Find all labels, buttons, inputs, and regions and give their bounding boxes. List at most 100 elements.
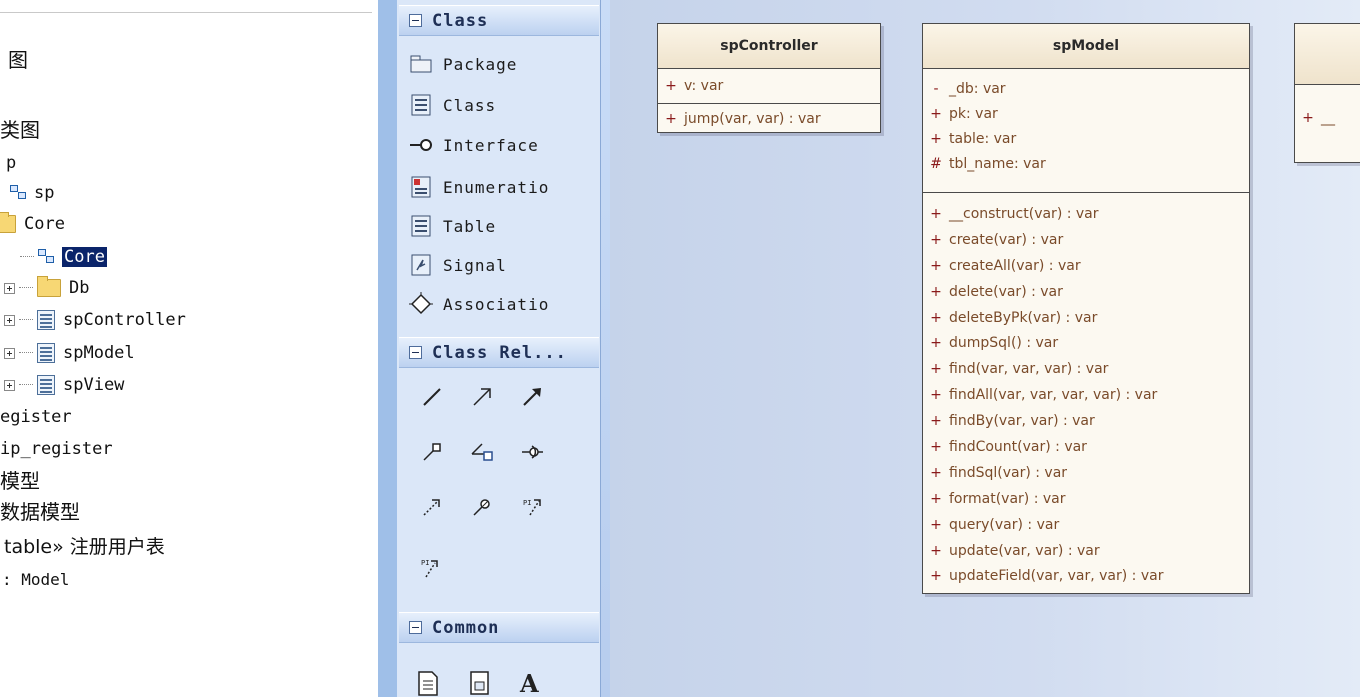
operation-row[interactable]: + jump(var, var) : var <box>658 106 880 132</box>
operation-row[interactable]: + updateField(var, var, var) : var <box>923 563 1249 589</box>
operation-row[interactable]: + findCount(var) : var <box>923 434 1249 460</box>
nesting-icon[interactable]: PI <box>420 555 444 579</box>
tree-item-diagram-root[interactable]: 图 <box>8 45 28 72</box>
tree-item-sp[interactable]: sp <box>10 180 54 206</box>
section-header-class-relationships[interactable]: Class Rel... <box>399 337 599 368</box>
operation-text: query(var) : var <box>949 516 1060 533</box>
operation-row[interactable]: + find(var, var, var) : var <box>923 356 1249 382</box>
operation-row[interactable]: + query(var) : var <box>923 512 1249 538</box>
tree-connector <box>19 287 33 289</box>
collapse-icon[interactable] <box>409 14 422 27</box>
tree-item-db[interactable]: Db <box>4 275 89 301</box>
section-header-common[interactable]: Common <box>399 612 599 643</box>
tree-item-ip-register[interactable]: ip_register <box>0 436 113 462</box>
browser-top-border <box>0 12 372 13</box>
trace-icon[interactable]: PI <box>520 495 544 519</box>
class-partial[interactable]: + __ <box>1294 23 1360 163</box>
visibility-marker: + <box>930 231 942 248</box>
directed-association-icon[interactable] <box>470 385 494 409</box>
tree-item-spview[interactable]: spView <box>4 372 124 398</box>
operation-row[interactable]: + findBy(var, var) : var <box>923 408 1249 434</box>
visibility-marker: + <box>930 335 942 352</box>
aggregation-icon[interactable] <box>470 440 494 464</box>
operation-row[interactable]: + createAll(var) : var <box>923 253 1249 279</box>
operation-row[interactable]: + deleteByPk(var) : var <box>923 305 1249 331</box>
tree-item-data-model[interactable]: 数据模型 <box>0 497 80 524</box>
association-line-icon[interactable] <box>420 385 444 409</box>
section-header-class[interactable]: Class <box>399 5 599 36</box>
tree-item-core-package[interactable]: Core <box>0 211 65 237</box>
tree-item-register[interactable]: egister <box>0 404 72 430</box>
tool-package[interactable]: Package <box>399 48 599 80</box>
attribute-row[interactable]: + table: var <box>923 126 1249 151</box>
tree-item-spmodel[interactable]: spModel <box>4 340 135 366</box>
attribute-row[interactable]: + v: var <box>658 73 880 99</box>
operation-text: delete(var) : var <box>949 283 1063 300</box>
expand-icon[interactable] <box>4 347 15 359</box>
visibility-marker: + <box>930 568 942 585</box>
attribute-row[interactable]: + pk: var <box>923 101 1249 126</box>
operation-row[interactable]: + create(var) : var <box>923 227 1249 253</box>
tree-item-model[interactable]: 模型 <box>0 466 40 493</box>
operation-text: createAll(var) : var <box>949 257 1081 274</box>
operation-row[interactable]: + findAll(var, var, var, var) : var <box>923 382 1249 408</box>
class-spcontroller[interactable]: spController + v: var + jump(var, var) :… <box>657 23 881 133</box>
tree-item-spcontroller[interactable]: spController <box>4 307 186 333</box>
tool-interface[interactable]: Interface <box>399 129 599 161</box>
tree-item-register-table[interactable]: table» 注册用户表 <box>4 532 165 558</box>
visibility-marker: + <box>930 464 942 481</box>
class-icon <box>37 375 55 395</box>
operation-row[interactable]: + dumpSql() : var <box>923 330 1249 356</box>
tool-label: Class <box>443 95 497 115</box>
tool-table[interactable]: Table <box>399 210 599 242</box>
class-spmodel[interactable]: spModel - _db: var + pk: var + table: va… <box>922 23 1250 595</box>
expand-icon[interactable] <box>4 282 15 294</box>
folder-icon <box>0 212 16 233</box>
expand-icon[interactable] <box>4 379 15 391</box>
note-icon[interactable] <box>416 670 440 696</box>
usage-icon[interactable] <box>470 495 494 519</box>
tool-class[interactable]: Class <box>399 89 599 121</box>
svg-text:PI: PI <box>421 559 429 567</box>
tree-item-model-instance[interactable]: : Model <box>2 566 69 592</box>
operation-compartment: + jump(var, var) : var <box>658 104 880 132</box>
text-label-icon[interactable]: A <box>518 668 544 696</box>
operation-row[interactable]: + findSql(var) : var <box>923 460 1249 486</box>
generalization-icon[interactable] <box>520 385 544 409</box>
tool-enumeration[interactable]: Enumeratio <box>399 171 599 203</box>
tree-item-class-diagram[interactable]: 类图 <box>0 115 40 142</box>
tree-item-core-diagram[interactable]: Core <box>20 244 107 270</box>
diagram-icon <box>10 185 26 201</box>
attribute-compartment: + __ <box>1295 85 1360 135</box>
collapse-icon[interactable] <box>409 346 422 359</box>
attribute-row[interactable]: + __ <box>1295 105 1360 131</box>
operation-row[interactable]: + format(var) : var <box>923 486 1249 512</box>
class-icon <box>37 343 55 363</box>
operation-row[interactable]: + update(var, var) : var <box>923 538 1249 564</box>
diagram-canvas[interactable]: spController + v: var + jump(var, var) :… <box>610 0 1360 697</box>
association-icon <box>399 292 443 316</box>
attribute-row[interactable]: # tbl_name: var <box>923 151 1249 176</box>
collapse-icon[interactable] <box>409 621 422 634</box>
operation-row[interactable]: + __construct(var) : var <box>923 201 1249 227</box>
tree-connector <box>19 319 33 321</box>
attribute-text: _db: var <box>949 80 1006 97</box>
expand-icon[interactable] <box>4 314 15 326</box>
operation-row[interactable]: + delete(var) : var <box>923 279 1249 305</box>
operation-text: findAll(var, var, var, var) : var <box>949 387 1158 404</box>
tree-item-label: 类图 <box>0 117 40 142</box>
tool-association[interactable]: Associatio <box>399 288 599 320</box>
tree-item-p[interactable]: p <box>6 150 16 176</box>
dependency-icon[interactable] <box>420 495 444 519</box>
tree-item-label: p <box>6 153 17 173</box>
attribute-row[interactable]: - _db: var <box>923 76 1249 101</box>
section-title: Class Rel... <box>432 342 567 363</box>
tool-label: Signal <box>443 255 507 275</box>
realization-icon[interactable] <box>420 440 444 464</box>
text-document-icon[interactable] <box>468 670 492 696</box>
tree-connector <box>19 352 33 354</box>
attribute-text: table: var <box>949 130 1017 147</box>
tree-item-label: table» 注册用户表 <box>4 535 165 558</box>
tool-signal[interactable]: Signal <box>399 249 599 281</box>
assembly-icon[interactable] <box>520 440 544 464</box>
